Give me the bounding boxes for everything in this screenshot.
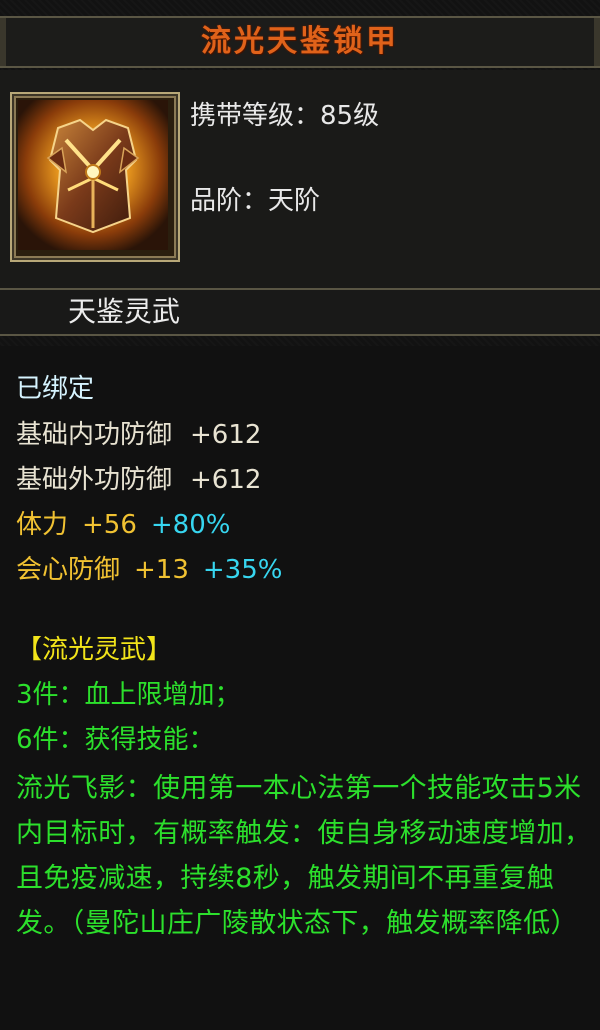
set-title-bar: 天鉴灵武 [0,290,600,336]
title-bar: 流光天鉴锁甲 [0,16,600,68]
stat-value: +612 [190,465,262,495]
bonus-stat-label: 会心防御 [16,555,121,585]
bound-status: 已绑定 [16,374,95,404]
skill-description: 流光飞影：使用第一本心法第一个技能攻击5米内目标时，有概率触发：使自身移动速度增… [16,773,592,939]
armor-icon [10,92,180,262]
item-grade: 品阶：天阶 [190,186,321,216]
bonus-stat-row: 会心防御 +13 +35% [16,549,282,586]
item-tooltip: 流光天鉴锁甲 携带等级：85级 品阶：天阶 天鉴灵武 已绑定 基础内功防御 +6… [0,0,600,1030]
bonus-stat-row: 体力 +56 +80% [16,504,230,541]
bonus-stat-value: +13 [134,555,189,585]
set-bonus-name: 【流光灵武】 [16,635,173,665]
item-details: 已绑定 基础内功防御 +612 基础外功防御 +612 体力 +56 +80% 会心防御… [0,346,600,1030]
bonus-stat-percent: +80% [150,510,231,540]
bonus-stat-value: +56 [82,510,137,540]
item-info: 携带等级：85级 品阶：天阶 [0,70,600,290]
set-bonus-3piece: 3件：血上限增加； [16,680,241,710]
item-name: 流光天鉴锁甲 [201,24,399,59]
stat-label: 基础内功防御 [16,420,173,450]
bonus-stat-percent: +35% [202,555,283,585]
set-bonus-6piece: 6件：获得技能： [16,725,215,755]
bonus-stat-label: 体力 [16,510,69,540]
set-title: 天鉴灵武 [68,295,181,328]
carry-level: 携带等级：85级 [190,101,380,131]
stat-label: 基础外功防御 [16,465,173,495]
stat-row: 基础内功防御 +612 [16,414,261,451]
stat-row: 基础外功防御 +612 [16,459,261,496]
stat-value: +612 [190,420,262,450]
frame-corner-right [594,18,600,66]
